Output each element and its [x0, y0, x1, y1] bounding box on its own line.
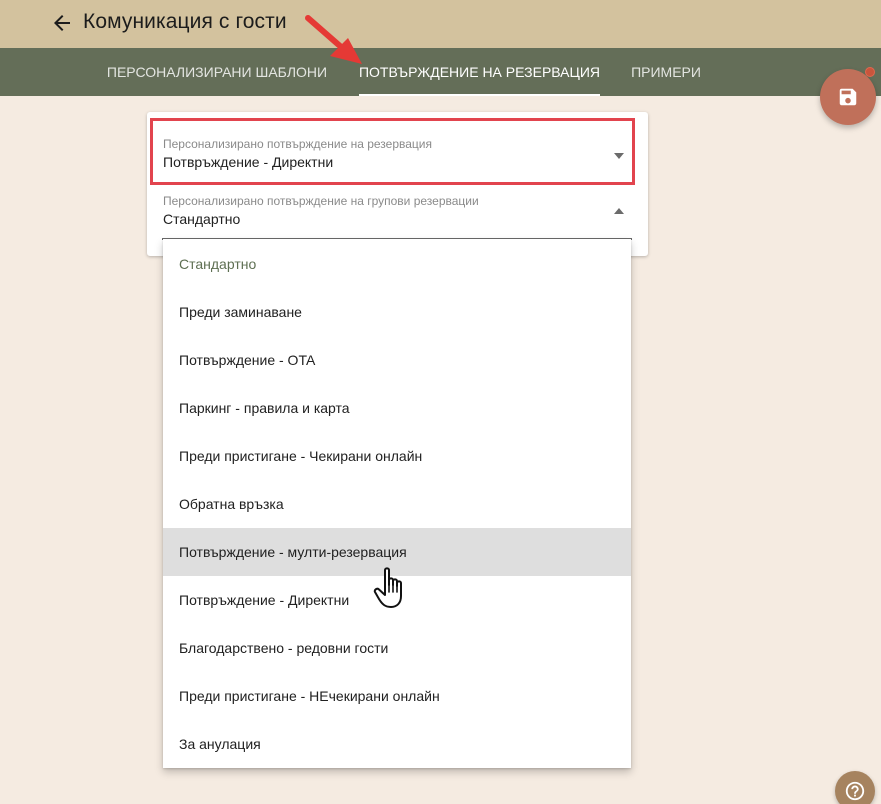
tab-bar: ПЕРСОНАЛИЗИРАНИ ШАБЛОНИ ПОТВЪРЖДЕНИЕ НА …: [0, 48, 881, 96]
dropdown-option[interactable]: Потвръждение - Директни: [163, 576, 631, 624]
back-button[interactable]: [50, 11, 74, 35]
page-title: Комуникация с гости: [83, 10, 287, 33]
dropdown-option[interactable]: Преди пристигане - Чекирани онлайн: [163, 432, 631, 480]
dropdown-option[interactable]: Обратна връзка: [163, 480, 631, 528]
dropdown-option[interactable]: Потвърждение - OTA: [163, 336, 631, 384]
tab-custom-templates[interactable]: ПЕРСОНАЛИЗИРАНИ ШАБЛОНИ: [107, 48, 327, 96]
notification-dot: [865, 67, 875, 77]
dropdown-option[interactable]: Потвърждение - мулти-резервация: [163, 528, 631, 576]
group-confirmation-dropdown: Стандартно Преди заминаване Потвърждение…: [163, 239, 631, 768]
help-icon: [845, 781, 865, 801]
save-icon: [839, 88, 857, 106]
help-button[interactable]: [835, 771, 875, 804]
field-value: Потвръждение - Директни: [163, 154, 334, 170]
confirmation-settings-card: [147, 112, 648, 256]
dropdown-option[interactable]: За анулация: [163, 720, 631, 768]
tab-examples[interactable]: ПРИМЕРИ: [630, 48, 702, 96]
save-button[interactable]: [820, 69, 876, 125]
field-value: Стандартно: [163, 211, 241, 227]
top-app-bar: Комуникация с гости: [0, 0, 881, 48]
dropdown-option[interactable]: Паркинг - правила и карта: [163, 384, 631, 432]
field-label: Персонализирано потвърждение на резервац…: [163, 137, 432, 151]
dropdown-option[interactable]: Преди пристигане - НЕчекирани онлайн: [163, 672, 631, 720]
caret-up-icon: [614, 208, 624, 214]
caret-down-icon: [614, 153, 624, 159]
field-label: Персонализирано потвърждение на групови …: [163, 194, 479, 208]
booking-confirmation-select[interactable]: Персонализирано потвърждение на резервац…: [163, 137, 633, 177]
dropdown-option[interactable]: Стандартно: [163, 240, 631, 288]
tab-booking-confirmation[interactable]: ПОТВЪРЖДЕНИЕ НА РЕЗЕРВАЦИЯ: [359, 48, 600, 96]
dropdown-option[interactable]: Благодарствено - редовни гости: [163, 624, 631, 672]
arrow-back-icon: [54, 15, 70, 31]
dropdown-option[interactable]: Преди заминаване: [163, 288, 631, 336]
group-confirmation-select[interactable]: Персонализирано потвърждение на групови …: [163, 194, 633, 234]
